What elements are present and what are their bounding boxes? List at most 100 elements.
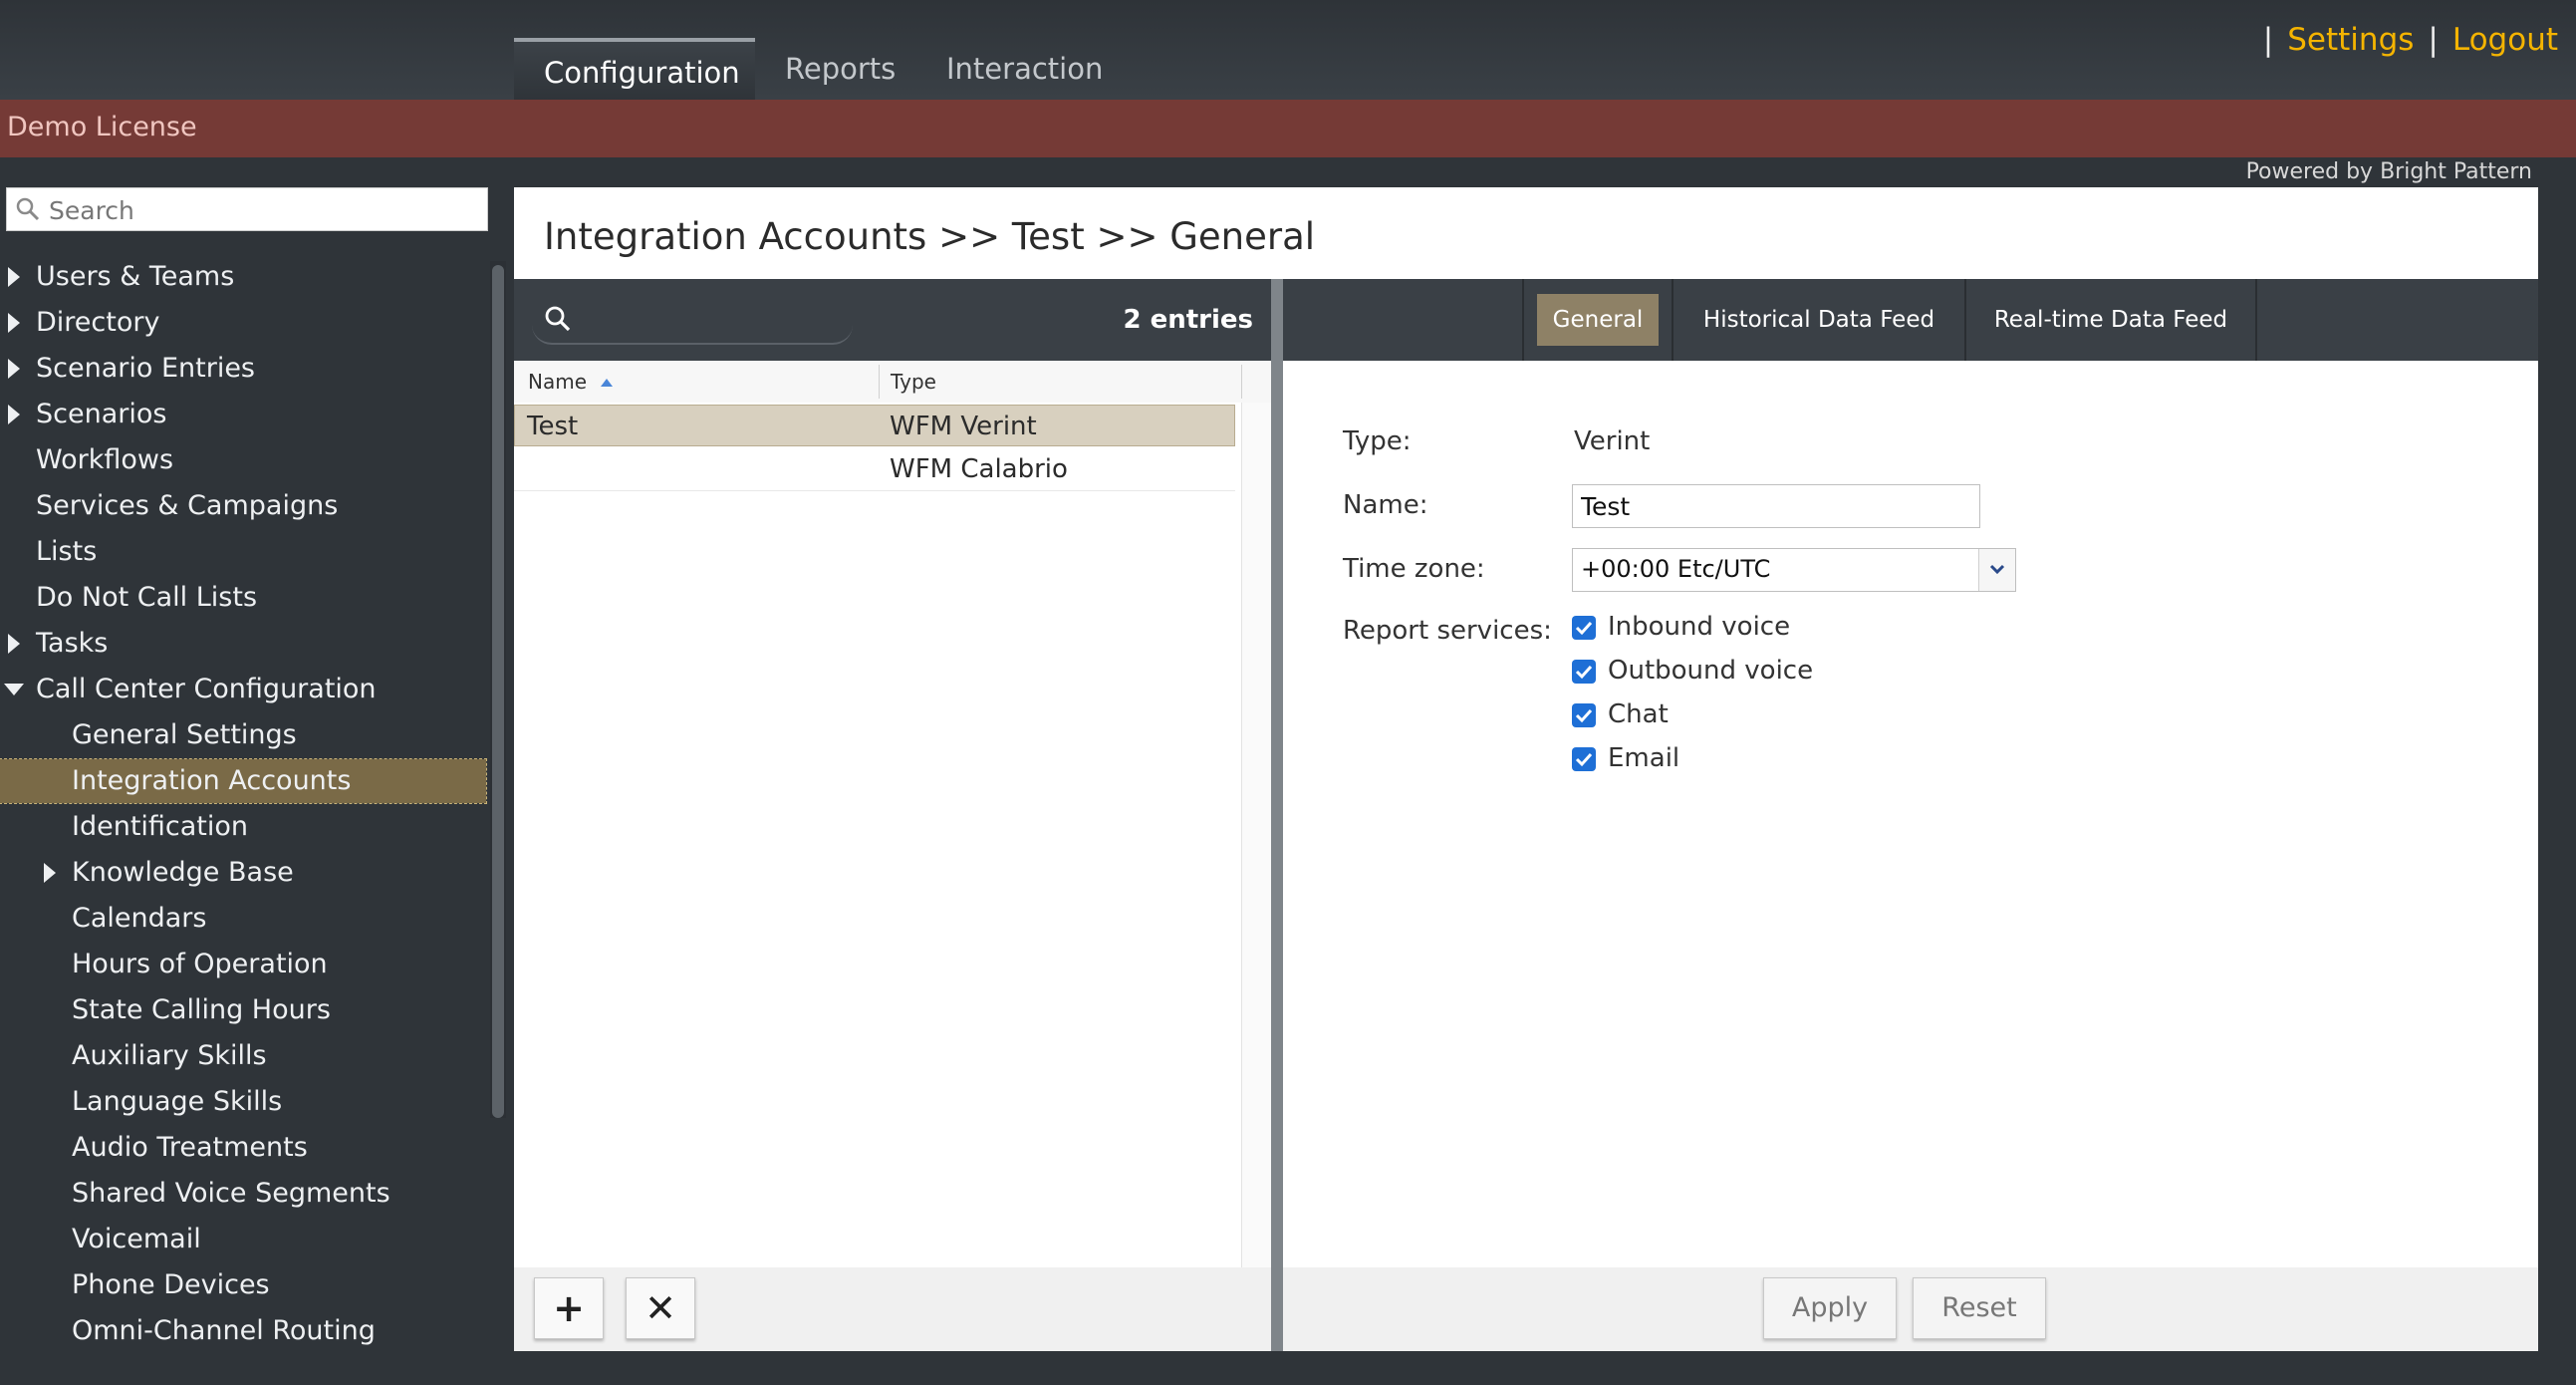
tab-general[interactable]: General [1522, 279, 1674, 361]
column-header-name[interactable]: Name [528, 361, 615, 403]
top-navigation-bar: Configuration Reports Interaction Record… [0, 0, 2576, 147]
sidebar-item[interactable]: State Calling Hours [0, 988, 486, 1032]
column-divider [879, 365, 880, 399]
settings-link[interactable]: Settings [2287, 22, 2414, 58]
panel-splitter[interactable] [1271, 279, 1283, 1351]
sidebar-item[interactable]: Knowledge Base [0, 851, 486, 895]
sidebar-item-label: Do Not Call Lists [36, 582, 258, 613]
sidebar-item[interactable]: Services & Campaigns [0, 484, 486, 528]
column-header-type-label: Type [891, 370, 936, 394]
add-account-button[interactable]: + [534, 1277, 604, 1339]
sidebar-item-label: Integration Accounts [72, 765, 352, 796]
timezone-dropdown-button[interactable] [1978, 549, 2015, 591]
sidebar-item[interactable]: Hours of Operation [0, 943, 486, 986]
tab-interaction-records[interactable]: Interaction Records [916, 38, 1215, 147]
sidebar-item[interactable]: Scenario Entries [0, 347, 486, 391]
page-title: Integration Accounts >> Test >> General [544, 215, 1316, 258]
sidebar-search-input[interactable] [47, 192, 479, 228]
checkbox-label: Outbound voice [1608, 656, 1814, 686]
sidebar-item[interactable]: Call Center Configuration [0, 668, 486, 711]
sidebar-item[interactable]: General Settings [0, 713, 486, 757]
tab-general-label: General [1536, 294, 1660, 346]
sidebar-item-label: Workflows [36, 444, 174, 475]
sidebar-item[interactable]: Scenarios [0, 393, 486, 436]
sidebar-item-label: Lists [36, 536, 98, 567]
sidebar-item[interactable]: Users & Teams [0, 255, 486, 299]
sidebar-item-label: Users & Teams [36, 261, 235, 292]
list-header: Name Type [514, 361, 1271, 404]
search-icon [16, 197, 40, 221]
collapsed-arrow-icon[interactable] [4, 301, 24, 345]
sidebar-item[interactable]: Calendars [0, 897, 486, 941]
scrollbar-thumb[interactable] [492, 265, 504, 1118]
tab-realtime-data-feed-label: Real-time Data Feed [1993, 307, 2228, 333]
detail-tabs: General Historical Data Feed Real-time D… [1283, 279, 2538, 361]
sidebar-item[interactable]: Phone Devices [0, 1263, 486, 1307]
sidebar-item-label: Hours of Operation [72, 949, 328, 979]
type-label: Type: [1343, 426, 1412, 456]
sidebar-item[interactable]: Lists [0, 530, 486, 574]
row-type: WFM Calabrio [890, 454, 1068, 484]
collapsed-arrow-icon[interactable] [40, 851, 60, 895]
tab-configuration[interactable]: Configuration [514, 38, 755, 100]
report-services-label: Report services: [1343, 616, 1552, 646]
logout-link[interactable]: Logout [2452, 22, 2558, 58]
sidebar-item[interactable]: Workflows [0, 438, 486, 482]
sidebar-item-label: Voicemail [72, 1224, 201, 1254]
delete-account-button[interactable]: ✕ [626, 1277, 695, 1339]
license-text: Demo License [7, 112, 197, 142]
column-header-type[interactable]: Type [891, 361, 936, 403]
column-divider [1241, 365, 1242, 399]
sidebar-item-label: Knowledge Base [72, 857, 294, 888]
sidebar-item-label: Directory [36, 307, 160, 338]
collapsed-arrow-icon[interactable] [4, 393, 24, 436]
collapsed-arrow-icon[interactable] [4, 347, 24, 391]
tab-configuration-label: Configuration [544, 56, 740, 90]
list-search[interactable] [532, 293, 853, 345]
sidebar-item[interactable]: Language Skills [0, 1080, 486, 1124]
column-header-name-label: Name [528, 370, 588, 394]
expanded-arrow-icon[interactable] [4, 668, 24, 711]
apply-button[interactable]: Apply [1763, 1277, 1897, 1339]
sidebar-item[interactable]: Omni-Channel Routing [0, 1309, 486, 1353]
sidebar-item-label: Tasks [36, 628, 109, 659]
tab-historical-data-feed[interactable]: Historical Data Feed [1674, 279, 1966, 361]
name-field[interactable] [1572, 484, 1980, 528]
sidebar-item[interactable]: Tasks [0, 622, 486, 666]
checkbox-label: Chat [1608, 699, 1669, 729]
list-toolbar: 2 entries [514, 279, 1271, 361]
table-row[interactable]: Test WFM Verint [514, 405, 1235, 446]
sidebar-item[interactable]: Directory [0, 301, 486, 345]
sidebar-item-label: Scenarios [36, 399, 167, 429]
collapsed-arrow-icon[interactable] [4, 622, 24, 666]
sidebar-item-label: Calendars [72, 903, 207, 934]
sidebar-scrollbar[interactable] [490, 261, 506, 1118]
sidebar-item[interactable]: Shared Voice Segments [0, 1172, 486, 1216]
license-bar: Demo License [0, 100, 2576, 157]
sidebar-item[interactable]: Integration Accounts [0, 758, 487, 804]
collapsed-arrow-icon[interactable] [4, 255, 24, 299]
sidebar-item[interactable]: Do Not Call Lists [0, 576, 486, 620]
sidebar-item-label: Auxiliary Skills [72, 1040, 267, 1071]
checkbox-checked-icon [1572, 703, 1596, 727]
sidebar-item-label: General Settings [72, 719, 297, 750]
sort-ascending-icon [601, 379, 614, 387]
row-name: Test [527, 412, 579, 441]
sidebar-item[interactable]: Auxiliary Skills [0, 1034, 486, 1078]
sidebar-item[interactable]: Voicemail [0, 1218, 486, 1261]
sidebar-item-label: Scenario Entries [36, 353, 255, 384]
sidebar-item[interactable]: Audio Treatments [0, 1126, 486, 1170]
table-row[interactable]: WFM Calabrio [514, 448, 1235, 491]
sidebar-item-label: Identification [72, 811, 249, 842]
checkbox-checked-icon [1572, 660, 1596, 684]
checkbox-checked-icon [1572, 747, 1596, 771]
accounts-list: Test WFM Verint WFM Calabrio [514, 403, 1241, 1267]
timezone-select[interactable]: +00:00 Etc/UTC [1572, 548, 2016, 592]
reset-button[interactable]: Reset [1913, 1277, 2046, 1339]
sidebar-item-label: Call Center Configuration [36, 674, 377, 704]
list-scrollbar[interactable] [1241, 403, 1272, 1267]
tab-reports[interactable]: Reports [755, 38, 916, 100]
tab-realtime-data-feed[interactable]: Real-time Data Feed [1966, 279, 2257, 361]
entries-count: 2 entries [1123, 305, 1253, 335]
sidebar-item[interactable]: Identification [0, 805, 486, 849]
